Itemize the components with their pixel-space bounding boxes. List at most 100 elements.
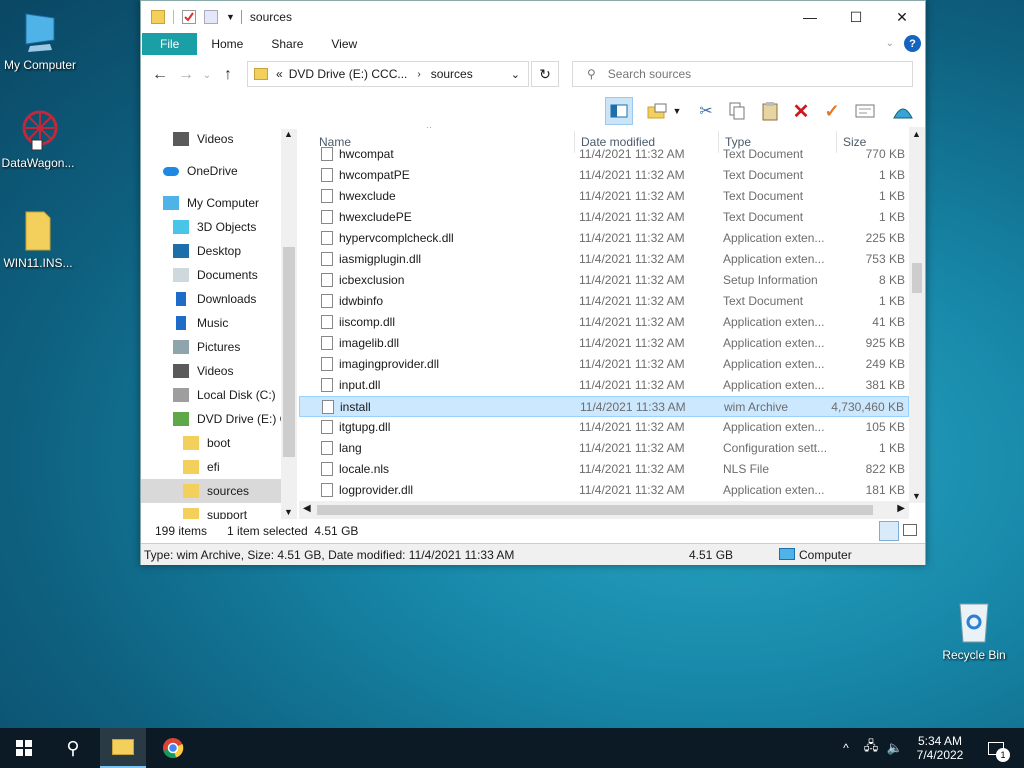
horizontal-scrollbar[interactable]: ◀ ▶ [299,501,909,519]
nav-item[interactable]: Videos [141,127,281,151]
taskbar: ⚲ ^ 🖧 🔈 5:34 AM 7/4/2022 1 [0,728,1024,768]
properties-icon[interactable] [851,97,879,125]
nav-item[interactable]: Pictures [141,335,281,359]
file-row[interactable]: iasmigplugin.dll 11/4/2021 11:32 AM Applic… [299,249,909,270]
desktop-icon-my-computer[interactable]: My Computer [0,10,80,72]
help-icon[interactable]: ? [904,35,921,52]
details-view-button[interactable] [879,521,899,541]
recent-locations-icon[interactable]: ⌄ [199,70,215,81]
start-button[interactable] [0,728,48,768]
file-explorer-taskbar-button[interactable] [100,728,146,768]
desktop-icon-recycle-bin[interactable]: Recycle Bin [934,600,1014,662]
file-row[interactable]: hwexcludePE 11/4/2021 11:32 AM Text Docume… [299,207,909,228]
desktop-icon-label: My Computer [3,58,77,72]
file-row[interactable]: idwbinfo 11/4/2021 11:32 AM Text Document 1… [299,291,909,312]
nav-item[interactable]: Videos [141,359,281,383]
network-icon[interactable]: 🖧 [860,728,882,768]
nav-item[interactable]: DVD Drive (E:) C( [141,407,292,431]
scroll-up-icon[interactable]: ▲ [284,129,293,139]
search-button[interactable]: ⚲ [50,728,96,768]
file-row[interactable]: install 11/4/2021 11:33 AM wim Archive 4,73… [299,396,909,417]
nav-item-label: 3D Objects [197,220,257,234]
rename-icon[interactable]: ✓ [818,97,846,125]
delete-icon[interactable]: ✕ [787,97,815,125]
expand-ribbon-icon[interactable]: ⌄ [886,38,894,49]
breadcrumb-dvd-drive[interactable]: DVD Drive (E:) CCC... [289,67,408,81]
show-hidden-icons-button[interactable]: ^ [836,728,856,768]
copy-icon[interactable] [723,97,751,125]
chrome-taskbar-button[interactable] [150,728,196,768]
scroll-thumb[interactable] [317,505,873,515]
scroll-right-icon[interactable]: ▶ [897,503,905,514]
nav-item[interactable]: OneDrive [141,159,281,183]
properties-icon[interactable] [182,10,196,24]
scroll-left-icon[interactable]: ◀ [303,503,311,514]
file-row[interactable]: lang 11/4/2021 11:32 AM Configuration sett… [299,438,909,459]
nav-item[interactable]: Local Disk (C:) [141,383,281,407]
layout-icon[interactable] [643,97,671,125]
file-size: 770 KB [865,147,905,161]
tab-view[interactable]: View [317,33,371,55]
nav-item[interactable]: Desktop [141,239,281,263]
tab-file[interactable]: File [142,33,198,55]
scroll-down-icon[interactable]: ▼ [912,491,921,501]
action-center-button[interactable]: 1 [978,728,1014,768]
back-button[interactable]: ← [147,66,173,84]
file-row[interactable]: hwcompatPE 11/4/2021 11:32 AM Text Documen… [299,165,909,186]
search-input[interactable]: Search sources [608,67,691,81]
file-row[interactable]: input.dll 11/4/2021 11:32 AM Application e… [299,375,909,396]
nav-item[interactable]: Documents [141,263,281,287]
refresh-button[interactable]: ↻ [531,61,559,87]
new-folder-icon[interactable] [204,10,218,24]
up-button[interactable]: ↑ [215,66,241,84]
nav-item[interactable]: sources [141,479,281,503]
forward-button[interactable]: → [173,66,199,84]
file-row[interactable]: imagelib.dll 11/4/2021 11:32 AM Applicatio… [299,333,909,354]
volume-icon[interactable]: 🔈 [884,728,906,768]
scroll-up-icon[interactable]: ▲ [912,129,921,139]
nav-item[interactable]: Downloads [141,287,281,311]
nav-item[interactable]: 3D Objects [141,215,281,239]
tab-share[interactable]: Share [257,33,317,55]
file-row[interactable]: hwexclude 11/4/2021 11:32 AM Text Document… [299,186,909,207]
shell-icon[interactable] [889,97,917,125]
navigation-scrollbar[interactable]: ▲ ▼ [281,129,297,519]
nav-item[interactable]: My Computer [141,191,281,215]
breadcrumb-sources[interactable]: sources [431,67,473,81]
large-icons-view-button[interactable] [903,524,917,536]
maximize-button[interactable]: ☐ [833,1,879,33]
file-row[interactable]: hypervcomplcheck.dll 11/4/2021 11:32 AM Ap… [299,228,909,249]
file-row[interactable]: locale.nls 11/4/2021 11:32 AM NLS File 822 … [299,459,909,480]
file-row[interactable]: itgtupg.dll 11/4/2021 11:32 AM Application… [299,417,909,438]
desktop-icon-datawagon[interactable]: DataWagon... [0,108,78,170]
address-box[interactable]: « DVD Drive (E:) CCC... › sources ⌄ [247,61,529,87]
cut-icon[interactable]: ✂ [692,97,720,125]
window-title: sources [240,10,292,24]
close-button[interactable]: ✕ [879,1,925,33]
file-row[interactable]: imagingprovider.dll 11/4/2021 11:32 AM App… [299,354,909,375]
file-row[interactable]: hwcompat 11/4/2021 11:32 AM Text Document 7… [299,144,909,165]
music-icon [176,316,186,330]
breadcrumb-overflow[interactable]: « [276,67,283,81]
chevron-down-icon[interactable]: ▼ [226,12,235,22]
scroll-thumb[interactable] [283,247,295,457]
minimize-button[interactable]: — [787,1,833,33]
navigation-pane-icon[interactable] [605,97,633,125]
nav-item[interactable]: boot [141,431,281,455]
nav-item[interactable]: efi [141,455,281,479]
tab-home[interactable]: Home [197,33,257,55]
paste-icon[interactable] [756,97,784,125]
chevron-down-icon[interactable]: ▼ [671,97,683,125]
clock[interactable]: 5:34 AM 7/4/2022 [910,728,970,768]
search-box[interactable]: ⚲ Search sources [572,61,913,87]
file-list-scrollbar[interactable]: ▲ ▼ [909,127,925,503]
desktop-icon-win11[interactable]: WIN11.INS... [0,208,78,270]
file-row[interactable]: logprovider.dll 11/4/2021 11:32 AM Applica… [299,480,909,501]
nav-item[interactable]: support [141,503,281,519]
file-row[interactable]: iiscomp.dll 11/4/2021 11:32 AM Application… [299,312,909,333]
scroll-thumb[interactable] [912,263,922,293]
address-dropdown-icon[interactable]: ⌄ [511,68,520,81]
nav-item[interactable]: Music [141,311,281,335]
scroll-down-icon[interactable]: ▼ [284,507,293,517]
file-row[interactable]: icbexclusion 11/4/2021 11:32 AM Setup Info… [299,270,909,291]
